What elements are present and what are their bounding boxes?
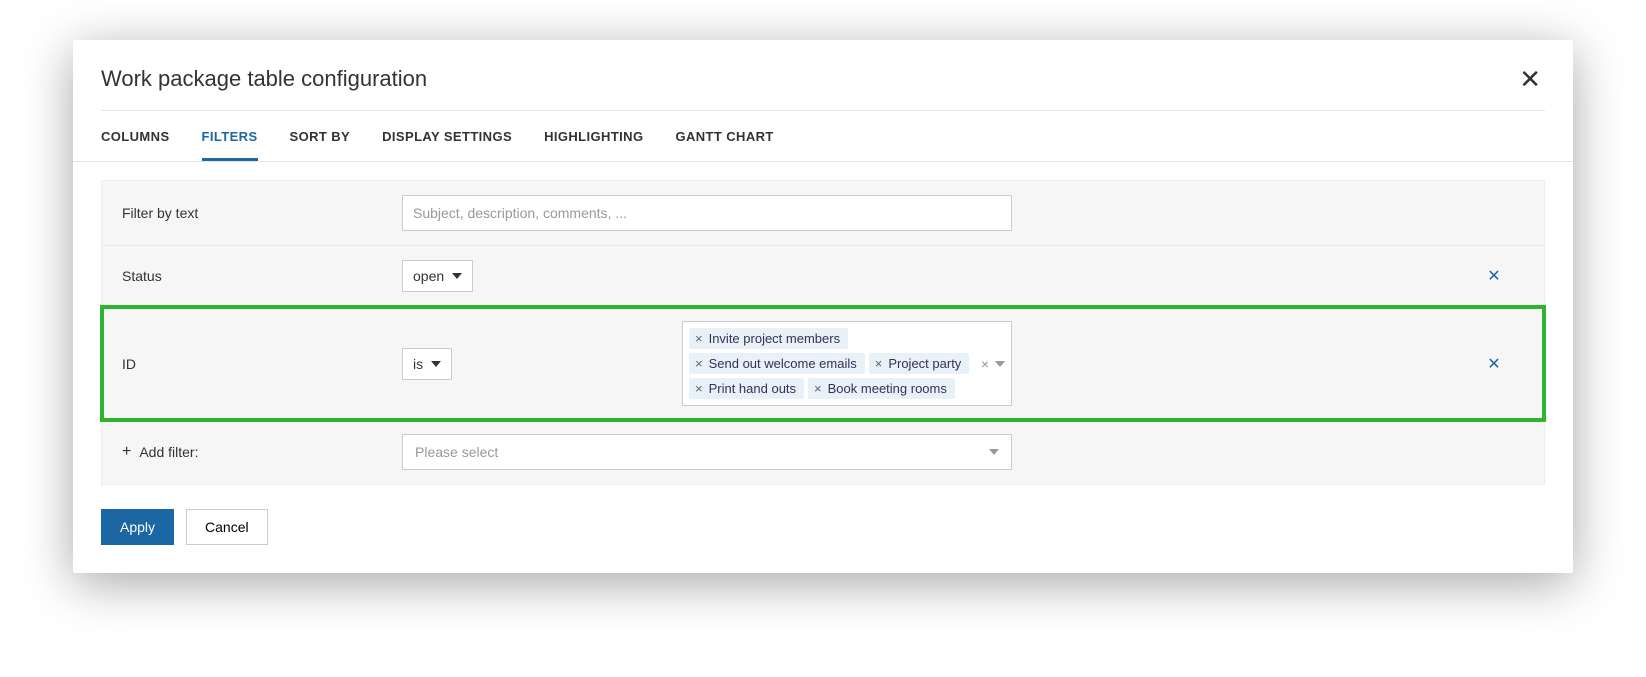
chevron-down-icon: [452, 273, 462, 279]
chevron-down-icon: [989, 449, 999, 455]
add-filter-text: Add filter:: [139, 444, 198, 460]
chip: × Project party: [869, 353, 970, 374]
remove-id-filter-icon[interactable]: ✕: [1464, 354, 1524, 374]
tab-filters[interactable]: FILTERS: [202, 111, 258, 161]
chip-label: Invite project members: [709, 331, 841, 346]
chip-label: Print hand outs: [709, 381, 796, 396]
config-modal: Work package table configuration ✕ COLUM…: [73, 40, 1573, 573]
add-filter-placeholder: Please select: [415, 444, 498, 460]
modal-footer: Apply Cancel: [73, 485, 1573, 573]
tab-sort-by[interactable]: SORT BY: [290, 111, 351, 161]
cancel-button[interactable]: Cancel: [186, 509, 268, 545]
filters-panel: Filter by text Status open ✕ ID is: [101, 180, 1545, 485]
chip-remove-icon[interactable]: ×: [875, 357, 883, 370]
chip: × Book meeting rooms: [808, 378, 955, 399]
chevron-down-icon: [431, 361, 441, 367]
filter-text-row: Filter by text: [102, 181, 1544, 246]
chip-remove-icon[interactable]: ×: [814, 382, 822, 395]
modal-header: Work package table configuration ✕: [73, 40, 1573, 110]
add-filter-label: + Add filter:: [122, 444, 402, 460]
chip-label: Send out welcome emails: [709, 356, 857, 371]
id-operator-value: is: [413, 356, 423, 372]
apply-button[interactable]: Apply: [101, 509, 174, 545]
id-operator-select[interactable]: is: [402, 348, 452, 380]
chevron-down-icon[interactable]: [995, 361, 1005, 367]
tab-highlighting[interactable]: HIGHLIGHTING: [544, 111, 643, 161]
add-filter-select[interactable]: Please select: [402, 434, 1012, 470]
add-filter-row: + Add filter: Please select: [102, 420, 1544, 484]
tabs: COLUMNS FILTERS SORT BY DISPLAY SETTINGS…: [73, 111, 1573, 162]
status-select-value: open: [413, 268, 444, 284]
clear-all-icon[interactable]: ×: [981, 356, 989, 372]
chip-remove-icon[interactable]: ×: [695, 357, 703, 370]
filter-id-row: ID is × Invite project members × Send out …: [102, 307, 1544, 420]
multi-select-controls: ×: [981, 356, 1005, 372]
filter-status-label: Status: [122, 268, 402, 284]
chip: × Print hand outs: [689, 378, 804, 399]
chip-remove-icon[interactable]: ×: [695, 382, 703, 395]
filter-status-row: Status open ✕: [102, 246, 1544, 307]
chip: × Invite project members: [689, 328, 848, 349]
status-select[interactable]: open: [402, 260, 473, 292]
chip-remove-icon[interactable]: ×: [695, 332, 703, 345]
close-icon[interactable]: ✕: [1515, 62, 1545, 96]
filter-id-label: ID: [122, 356, 402, 372]
tab-display-settings[interactable]: DISPLAY SETTINGS: [382, 111, 512, 161]
chip-label: Project party: [888, 356, 961, 371]
filter-text-input[interactable]: [402, 195, 1012, 231]
plus-icon: +: [122, 444, 131, 460]
remove-status-filter-icon[interactable]: ✕: [1464, 266, 1524, 286]
filter-text-label: Filter by text: [122, 205, 402, 221]
id-multi-select[interactable]: × Invite project members × Send out welcom…: [682, 321, 1012, 406]
tab-gantt-chart[interactable]: GANTT CHART: [675, 111, 773, 161]
tab-columns[interactable]: COLUMNS: [101, 111, 170, 161]
modal-title: Work package table configuration: [101, 66, 427, 92]
chip-label: Book meeting rooms: [828, 381, 947, 396]
chip: × Send out welcome emails: [689, 353, 865, 374]
